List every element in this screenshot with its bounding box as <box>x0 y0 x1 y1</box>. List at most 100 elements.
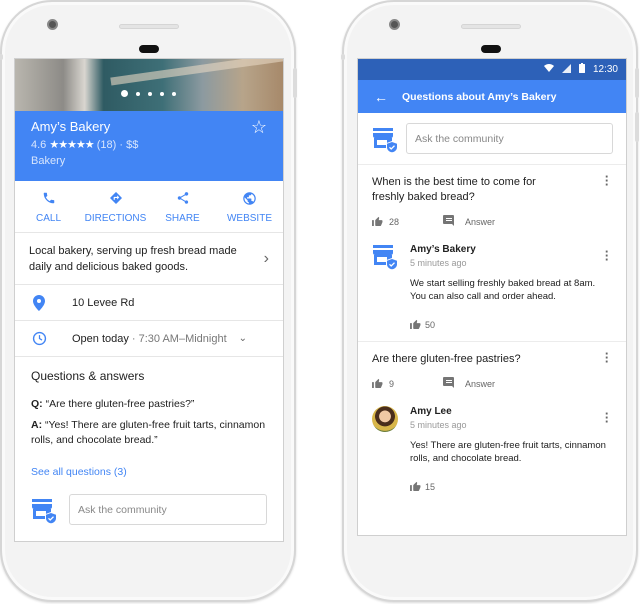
arrow-back-icon[interactable]: ← <box>374 89 388 105</box>
more-vert-icon[interactable]: · · · <box>602 407 612 430</box>
question-actions: 28 Answer <box>372 215 612 228</box>
speaker-grille <box>461 24 521 29</box>
answer-time: 5 minutes ago <box>410 420 467 430</box>
answer-text: We start selling freshly baked bread at … <box>410 278 596 302</box>
qa-question: Q: “Are there gluten-free pastries?” <box>31 397 267 412</box>
call-button[interactable]: CALL <box>15 189 82 232</box>
chevron-right-icon: › <box>263 249 269 267</box>
answer-text: Yes! There are gluten-free fruit tarts, … <box>410 440 606 464</box>
place-category: Bakery <box>31 155 66 167</box>
place-rating: 4.6 ★★★★★ (18) · $$ <box>31 138 267 151</box>
hours-row[interactable]: Open today · 7:30 AM–Midnight ⌄ <box>15 321 283 357</box>
website-button[interactable]: WEBSITE <box>216 189 283 232</box>
share-label: SHARE <box>165 213 200 224</box>
see-all-questions-link[interactable]: See all questions (3) <box>31 466 127 478</box>
answer-text: “Yes! There are gluten-free fruit tarts,… <box>31 419 266 446</box>
a-prefix: A: <box>31 419 43 431</box>
hours-status: Open today <box>72 332 129 345</box>
more-vert-icon[interactable]: · · · <box>602 347 612 368</box>
directions-label: DIRECTIONS <box>84 213 147 224</box>
thumbs-up-icon[interactable] <box>410 319 421 331</box>
website-label: WEBSITE <box>226 213 272 224</box>
thumbs-up-icon[interactable] <box>410 481 421 493</box>
ask-community-row: Ask the community <box>31 494 267 525</box>
user-photo <box>372 406 398 432</box>
earpiece <box>481 45 501 53</box>
answer-button[interactable]: Answer <box>465 217 495 227</box>
wifi-icon <box>543 64 554 75</box>
status-bar: 12:30 <box>358 59 626 80</box>
rating-stars: ★★★★★ <box>49 139 94 151</box>
side-button <box>0 54 3 60</box>
ask-placeholder: Ask the community <box>78 503 167 516</box>
phone-left: Amy’s Bakery 4.6 ★★★★★ (18) · $$ Bakery … <box>0 0 297 602</box>
carousel-indicator <box>121 90 176 97</box>
address-text: 10 Levee Rd <box>72 296 135 309</box>
screen-title: Questions about Amy’s Bakery <box>402 90 557 103</box>
call-label: CALL <box>35 213 61 224</box>
battery-icon <box>578 63 585 76</box>
comment-icon[interactable] <box>443 377 455 390</box>
answer-author[interactable]: Amy’s Bakery <box>410 244 476 255</box>
carousel-dot[interactable] <box>136 91 140 96</box>
qa-section-title: Questions & answers <box>31 369 145 383</box>
thumbs-up-icon[interactable] <box>372 216 383 228</box>
directions-icon <box>107 189 125 207</box>
front-camera <box>389 19 400 30</box>
comment-icon[interactable] <box>443 215 455 228</box>
answer-author[interactable]: Amy Lee <box>410 406 467 417</box>
carousel-dot[interactable] <box>160 91 164 96</box>
question-actions: 9 Answer <box>372 377 612 390</box>
share-icon <box>174 189 192 207</box>
answer-likes: 50 <box>410 319 612 331</box>
answer-like-count: 50 <box>425 320 436 330</box>
place-name: Amy’s Bakery <box>31 119 111 134</box>
earpiece <box>139 45 159 53</box>
store-verified-icon <box>31 498 57 524</box>
description-row[interactable]: Local bakery, serving up fresh bread mad… <box>15 233 283 285</box>
question-card: When is the best time to come for freshl… <box>358 165 626 342</box>
chevron-down-icon[interactable]: ⌄ <box>239 333 247 344</box>
place-photo-carousel[interactable] <box>15 59 283 111</box>
more-vert-icon[interactable]: · · · <box>602 245 612 268</box>
directions-button[interactable]: DIRECTIONS <box>82 189 149 232</box>
q-prefix: Q: <box>31 398 43 410</box>
star-outline-icon[interactable]: ☆ <box>251 117 267 138</box>
power-button <box>293 68 297 98</box>
carousel-dot[interactable] <box>172 91 176 96</box>
hero-photo-detail <box>110 59 283 86</box>
review-count[interactable]: (18) <box>97 139 117 151</box>
ask-placeholder: Ask the community <box>415 132 504 145</box>
ask-community-input[interactable]: Ask the community <box>406 123 613 154</box>
carousel-dot[interactable] <box>148 91 152 96</box>
app-bar: ← Questions about Amy’s Bakery <box>358 80 626 113</box>
location-pin-icon <box>31 294 47 311</box>
store-verified-icon <box>372 244 398 271</box>
address-row[interactable]: 10 Levee Rd <box>15 285 283 321</box>
front-camera <box>47 19 58 30</box>
rating-value: 4.6 <box>31 139 47 151</box>
answer-likes: 15 <box>410 481 612 493</box>
thumbs-up-icon[interactable] <box>372 378 383 390</box>
more-vert-icon[interactable]: · · · <box>602 170 612 205</box>
phone-right: 12:30 ← Questions about Amy’s Bakery Ask… <box>341 0 639 602</box>
questions-screen: 12:30 ← Questions about Amy’s Bakery Ask… <box>357 58 627 536</box>
phone-icon <box>40 189 58 207</box>
signal-icon <box>561 63 571 76</box>
ask-community-row: Ask the community <box>358 113 626 165</box>
answer-item: Amy’s Bakery 5 minutes ago · · · We start … <box>372 244 612 331</box>
user-avatar[interactable] <box>372 406 398 432</box>
share-button[interactable]: SHARE <box>149 189 216 232</box>
place-description: Local bakery, serving up fresh bread mad… <box>29 244 237 273</box>
ask-community-input[interactable]: Ask the community <box>69 494 267 525</box>
power-button <box>635 68 639 98</box>
speaker-grille <box>119 24 179 29</box>
volume-button <box>635 112 639 142</box>
question-text: Are there gluten-free pastries? <box>372 353 521 365</box>
answer-button[interactable]: Answer <box>465 379 495 389</box>
carousel-dot[interactable] <box>121 90 128 97</box>
question-like-count: 28 <box>389 216 400 227</box>
qa-answer: A: “Yes! There are gluten-free fruit tar… <box>31 418 267 448</box>
price-level: · $$ <box>119 139 139 151</box>
answer-like-count: 15 <box>425 482 436 492</box>
